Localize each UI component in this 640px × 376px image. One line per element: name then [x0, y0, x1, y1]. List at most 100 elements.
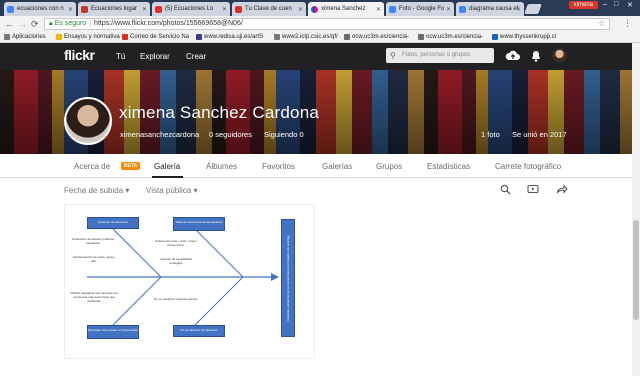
back-icon[interactable]: ← — [5, 18, 14, 30]
profile-chip[interactable]: ximena — [568, 1, 598, 9]
nav-create[interactable]: Crear — [186, 52, 206, 61]
bookmark-item[interactable]: ocw.uc3m.es/ciencia- — [344, 34, 409, 40]
page-scrollbar[interactable] — [632, 43, 640, 376]
browser-tab-active[interactable]: ximena Sanchez ✕ — [308, 2, 384, 16]
followers-count[interactable]: 0 seguidores — [209, 130, 252, 139]
diagram-cause-text: Contaminación de suelo, agua y aire. — [72, 255, 116, 263]
nav-you[interactable]: Tú — [116, 52, 125, 61]
tab-albums[interactable]: Álbumes — [206, 162, 237, 171]
page-icon — [418, 34, 424, 40]
browser-tab-label: ximena Sanchez — [321, 6, 366, 12]
diagram-box-top-right: Falta de conciencia de los usuarios — [173, 217, 225, 231]
tab-galleries[interactable]: Galerías — [322, 162, 352, 171]
gmail-icon — [235, 5, 242, 13]
close-icon[interactable]: ✕ — [222, 6, 227, 13]
apps-grid-icon — [4, 34, 10, 40]
browser-tab[interactable]: Foto - Google Fo ✕ — [386, 2, 454, 16]
active-tab-indicator — [152, 176, 183, 178]
lock-icon: 🔒︎ — [49, 20, 53, 27]
bookmark-item[interactable]: www2.ictp.csic.es/qf/ — [274, 34, 338, 40]
browser-tab-label: Ecuaciones logar — [91, 6, 138, 12]
bookmark-item[interactable]: www.thyssenkrupp.cl — [492, 34, 556, 40]
flickr-logo[interactable]: flickr — [64, 47, 95, 63]
close-window-icon[interactable]: ✕ — [627, 1, 633, 9]
browser-tab[interactable]: ecuaciones con n ✕ — [4, 2, 76, 16]
browser-tab[interactable]: diagrama causa ef ✕ — [456, 2, 524, 16]
bookmark-label: ocw.uc3m.es/ciencia- — [352, 34, 410, 40]
tab-groups[interactable]: Grupos — [376, 162, 402, 171]
share-icon[interactable] — [556, 184, 568, 195]
tab-favorites[interactable]: Favoritos — [262, 162, 295, 171]
google-icon — [459, 5, 466, 13]
gmail-icon — [122, 34, 128, 40]
avatar[interactable] — [552, 48, 567, 63]
upload-cloud-icon[interactable] — [505, 49, 521, 63]
bookmarks-bar: Aplicaciones Ensayos y normativa Correo … — [0, 32, 640, 43]
bookmark-item[interactable]: www.redisa.uji.es/artS — [196, 34, 263, 40]
close-icon[interactable]: ✕ — [142, 6, 147, 13]
bookmark-item[interactable]: Ensayos y normativa — [56, 34, 120, 40]
following-count[interactable]: Siguiendo 0 — [264, 130, 304, 139]
new-tab-button[interactable] — [524, 4, 542, 14]
close-icon[interactable]: ✕ — [516, 6, 521, 13]
bookmark-item[interactable]: Aplicaciones — [4, 34, 46, 40]
google-icon — [7, 5, 14, 13]
tab-camera-roll[interactable]: Carrete fotográfico — [495, 162, 561, 171]
chevron-down-icon: ▾ — [125, 186, 130, 195]
scrollbar-thumb[interactable] — [633, 220, 639, 320]
folder-icon — [56, 34, 62, 40]
site-icon — [492, 34, 498, 40]
diagram-cause-text: Modelo capitalista que fomenta una conci… — [70, 291, 118, 303]
bookmark-label: Aplicaciones — [12, 34, 46, 40]
browser-tab[interactable]: Ecuaciones logar ✕ — [78, 2, 150, 16]
minimize-icon[interactable]: – — [603, 1, 607, 8]
bookmark-star-icon[interactable]: ☆ — [598, 19, 605, 29]
browser-tab-label: diagrama causa ef — [469, 6, 519, 12]
bookmark-item[interactable]: Correo de Servicio Na — [122, 34, 189, 40]
forward-icon[interactable]: → — [18, 18, 27, 30]
google-photos-icon — [389, 5, 396, 13]
url-input[interactable]: 🔒︎ Es seguro | https://www.flickr.com/phot… — [44, 18, 610, 30]
tab-about[interactable]: Acerca de — [74, 162, 110, 171]
close-icon[interactable]: ✕ — [376, 6, 381, 13]
joined-date: Se unió en 2017 — [512, 130, 567, 139]
flickr-icon — [311, 5, 318, 13]
tab-gallery[interactable]: Galería — [154, 162, 180, 171]
close-icon[interactable]: ✕ — [298, 6, 303, 13]
bookmark-item[interactable]: ocw.uc3m.es/ciencia- — [418, 34, 483, 40]
page-icon — [274, 34, 280, 40]
maximize-icon[interactable]: □ — [614, 1, 618, 8]
profile-name: ximena Sanchez Cardona — [119, 103, 320, 122]
search-input[interactable]: ⚲ Fotos, personas o grupos — [386, 48, 494, 63]
search-icon[interactable] — [500, 184, 511, 195]
gallery-photo[interactable]: Aumento de desechos Falta de conciencia … — [64, 204, 315, 359]
diagram-cause-text: Cultura del "usar y tirar", mayor consum… — [155, 239, 197, 247]
tab-stats[interactable]: Estadísticas — [427, 162, 470, 171]
bookmark-label: ocw.uc3m.es/ciencia- — [426, 34, 484, 40]
browser-menu-icon[interactable]: ⋮ — [623, 18, 632, 29]
close-icon[interactable]: ✕ — [68, 6, 73, 13]
bookmark-label: www2.ictp.csic.es/qf/ — [282, 34, 338, 40]
diagram-box-head: Desastre ambiental por la contaminación … — [281, 219, 295, 337]
site-icon — [196, 34, 202, 40]
profile-avatar — [64, 97, 112, 145]
close-icon[interactable]: ✕ — [446, 6, 451, 13]
browser-tab[interactable]: Tu Clave de cuen ✕ — [232, 2, 306, 16]
reload-icon[interactable]: ⟳ — [31, 18, 39, 30]
profile-tabs: Acerca de Galería Álbumes Favoritos Gale… — [0, 154, 640, 178]
slideshow-icon[interactable] — [527, 184, 539, 195]
sort-label: Fecha de subida — [64, 186, 124, 195]
view-label: Vista pública — [146, 186, 192, 195]
flickr-navbar: flickr Tú Explorar Crear ⚲ Fotos, person… — [0, 43, 640, 70]
browser-tab-label: (5) Ecuaciones Lo — [165, 6, 214, 12]
nav-explore[interactable]: Explorar — [140, 52, 170, 61]
browser-tab-label: Foto - Google Fo — [399, 6, 445, 12]
view-dropdown[interactable]: Vista pública ▾ — [146, 186, 197, 195]
notifications-bell-icon[interactable] — [530, 49, 542, 63]
diagram-box-bottom-left: Reciclaje muy escaso en temporadas — [87, 325, 139, 339]
bookmark-label: www.thyssenkrupp.cl — [500, 34, 557, 40]
browser-tab[interactable]: (5) Ecuaciones Lo ✕ — [152, 2, 230, 16]
secure-label: Es seguro — [54, 20, 87, 27]
beta-badge: BETA — [121, 162, 141, 170]
sort-dropdown[interactable]: Fecha de subida ▾ — [64, 186, 129, 195]
